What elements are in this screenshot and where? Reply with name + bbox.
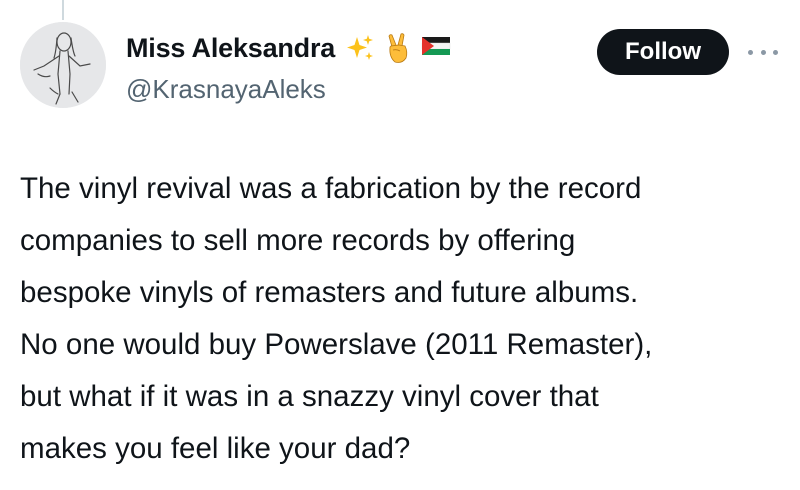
- palestine-flag-icon: [421, 33, 451, 63]
- avatar[interactable]: [20, 22, 106, 108]
- tweet-text-line: No one would buy Powerslave (2011 Remast…: [20, 328, 653, 361]
- tweet-text-line: bespoke vinyls of remasters and future a…: [20, 276, 639, 309]
- more-dot: [760, 49, 766, 55]
- tweet-text-line: companies to sell more records by offeri…: [20, 224, 576, 257]
- tweet-text: The vinyl revival was a fabrication by t…: [20, 163, 790, 475]
- tweet-text-line: but what if it was in a snazzy vinyl cov…: [20, 380, 599, 413]
- victory-hand-icon: [385, 33, 411, 63]
- sparkles-emoji-icon: [345, 33, 375, 63]
- author-name-row: Miss Aleksandra: [126, 30, 451, 66]
- more-dot: [748, 49, 753, 55]
- author-display-name[interactable]: Miss Aleksandra: [126, 33, 335, 64]
- tweet-text-line: The vinyl revival was a fabrication by t…: [20, 172, 642, 205]
- more-dot: [773, 49, 778, 55]
- thread-connector-line: [62, 0, 64, 20]
- follow-button[interactable]: Follow: [597, 29, 729, 75]
- more-options-icon[interactable]: [748, 38, 778, 66]
- author-handle[interactable]: @KrasnayaAleks: [126, 74, 326, 105]
- tweet-text-line: makes you feel like your dad?: [20, 432, 411, 465]
- avatar-sketch-image: [20, 22, 106, 108]
